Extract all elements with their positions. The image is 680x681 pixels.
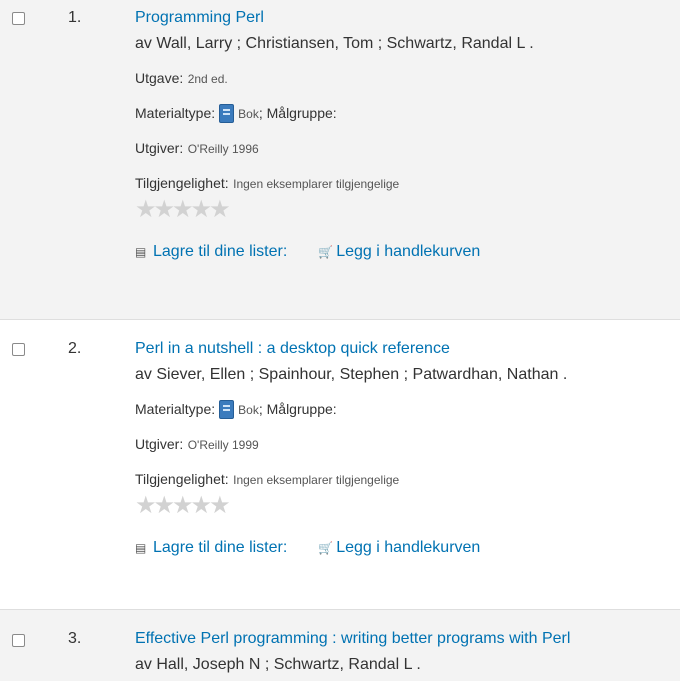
publisher-row: Utgiver: O'Reilly 1996 [135, 138, 680, 159]
add-to-cart-link[interactable]: Legg i handlekurven [336, 539, 480, 556]
publisher-row: Utgiver: O'Reilly 1999 [135, 434, 680, 455]
availability-row: Tilgjengelighet: Ingen eksemplarer tilgj… [135, 173, 680, 194]
add-to-cart-link[interactable]: Legg i handlekurven [336, 243, 480, 260]
result-number: 1. [68, 9, 82, 26]
result-item: 1. Programming Perl av Wall, Larry ; Chr… [0, 0, 680, 320]
star-rating[interactable]: ★★★★★ [135, 494, 680, 518]
publisher-value: O'Reilly 1999 [187, 438, 259, 452]
edition-row: Utgave: 2nd ed. [135, 68, 680, 89]
result-number: 2. [68, 340, 82, 357]
save-to-list-link[interactable]: Lagre til dine lister: [153, 243, 287, 260]
select-checkbox[interactable] [12, 343, 25, 356]
edition-value: 2nd ed. [187, 72, 228, 86]
result-actions: ▤ Lagre til dine lister: 🛒 Legg i handleku… [135, 538, 680, 558]
audience-label: ; Målgruppe: [258, 401, 337, 417]
select-checkbox[interactable] [12, 634, 25, 647]
availability-value: Ingen eksemplarer tilgjengelige [233, 177, 400, 191]
result-title-link[interactable]: Perl in a nutshell : a desktop quick ref… [135, 339, 680, 359]
availability-label: Tilgjengelighet: [135, 471, 229, 487]
publisher-value: O'Reilly 1996 [187, 142, 259, 156]
result-number: 3. [68, 630, 82, 647]
search-results-list: 1. Programming Perl av Wall, Larry ; Chr… [0, 0, 680, 681]
result-title-link[interactable]: Programming Perl [135, 8, 680, 28]
publisher-label: Utgiver: [135, 140, 184, 156]
material-row: Materialtype: Bok; Målgruppe: [135, 399, 680, 420]
edition-label: Utgave: [135, 70, 184, 86]
cart-icon: 🛒 [318, 245, 334, 259]
result-title-link[interactable]: Effective Perl programming : writing bet… [135, 629, 680, 649]
publisher-label: Utgiver: [135, 436, 184, 452]
material-value: Bok [238, 403, 259, 417]
audience-label: ; Målgruppe: [258, 105, 337, 121]
result-authors: av Siever, Ellen ; Spainhour, Stephen ; … [135, 366, 568, 383]
list-icon: ▤ [135, 541, 147, 555]
material-label: Materialtype: [135, 105, 216, 121]
availability-row: Tilgjengelighet: Ingen eksemplarer tilgj… [135, 469, 680, 490]
result-actions: ▤ Lagre til dine lister: 🛒 Legg i handleku… [135, 242, 680, 262]
save-to-list-link[interactable]: Lagre til dine lister: [153, 539, 287, 556]
result-authors: av Hall, Joseph N ; Schwartz, Randal L . [135, 656, 421, 673]
result-authors: av Wall, Larry ; Christiansen, Tom ; Sch… [135, 35, 534, 52]
material-row: Materialtype: Bok; Målgruppe: [135, 103, 680, 124]
book-icon [219, 400, 235, 419]
list-icon: ▤ [135, 245, 147, 259]
availability-value: Ingen eksemplarer tilgjengelige [233, 473, 400, 487]
result-item: 2. Perl in a nutshell : a desktop quick … [0, 320, 680, 610]
select-checkbox[interactable] [12, 12, 25, 25]
material-label: Materialtype: [135, 401, 216, 417]
availability-label: Tilgjengelighet: [135, 175, 229, 191]
book-icon [219, 104, 235, 123]
result-item: 3. Effective Perl programming : writing … [0, 610, 680, 681]
material-value: Bok [238, 107, 259, 121]
star-rating[interactable]: ★★★★★ [135, 198, 680, 222]
cart-icon: 🛒 [318, 541, 334, 555]
